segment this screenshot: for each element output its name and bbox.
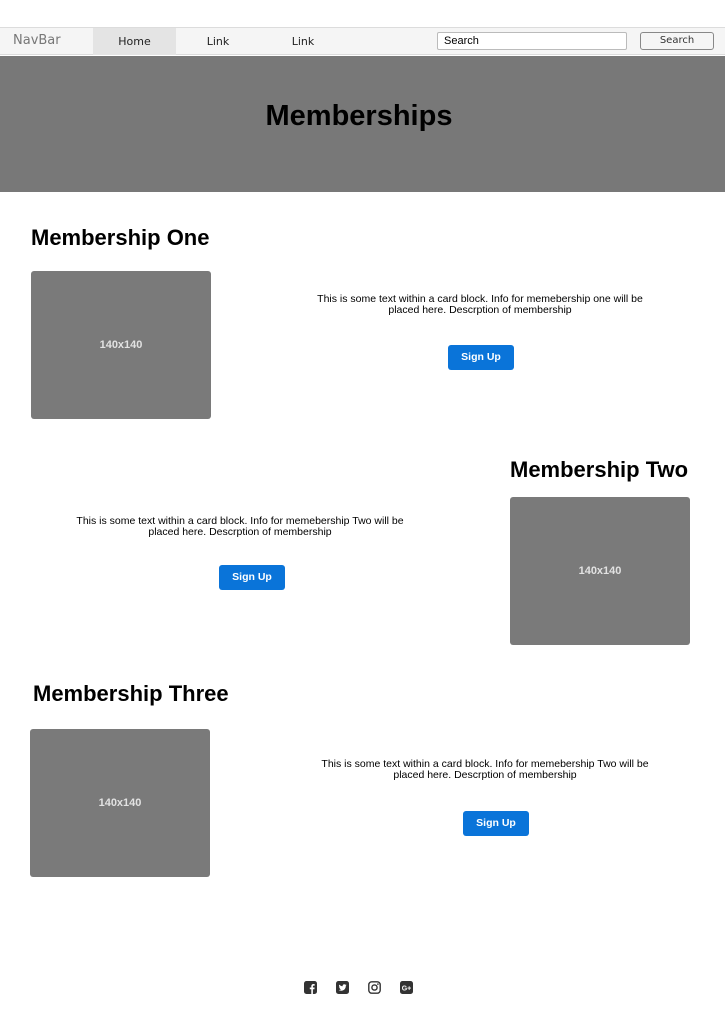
image-placeholder-label: 140x140 <box>99 339 143 351</box>
nav-item-home[interactable]: Home <box>93 28 176 55</box>
navbar: NavBar Home Link Link Search <box>0 27 725 55</box>
membership-one-signup-button[interactable]: Sign Up <box>448 345 514 370</box>
nav-item-link-1[interactable]: Link <box>176 28 260 55</box>
membership-three-signup-button[interactable]: Sign Up <box>463 811 529 836</box>
hero-banner: Memberships <box>0 56 725 192</box>
google-plus-icon[interactable]: G+ <box>400 981 413 994</box>
membership-one-title: Membership One <box>31 225 210 250</box>
facebook-icon[interactable] <box>304 981 317 994</box>
search-input[interactable] <box>437 32 627 50</box>
membership-two-signup-button[interactable]: Sign Up <box>219 565 285 590</box>
instagram-icon[interactable] <box>368 981 381 994</box>
twitter-icon[interactable] <box>336 981 349 994</box>
image-placeholder-label: 140x140 <box>578 565 622 577</box>
page-title: Memberships <box>265 100 453 132</box>
search-button[interactable]: Search <box>640 32 714 50</box>
navbar-brand[interactable]: NavBar <box>13 33 61 48</box>
membership-two-title: Membership Two <box>510 457 689 482</box>
image-placeholder-label: 140x140 <box>98 797 142 809</box>
nav-item-link-2[interactable]: Link <box>260 28 346 55</box>
membership-three-title: Membership Three <box>33 681 229 706</box>
membership-two-description: This is some text within a card block. I… <box>76 515 404 538</box>
membership-one-image: 140x140 <box>31 271 211 419</box>
svg-text:G+: G+ <box>402 985 412 992</box>
membership-three-description: This is some text within a card block. I… <box>321 758 649 781</box>
membership-three-image: 140x140 <box>30 729 210 877</box>
membership-two-image: 140x140 <box>510 497 690 645</box>
membership-one-description: This is some text within a card block. I… <box>317 293 643 316</box>
